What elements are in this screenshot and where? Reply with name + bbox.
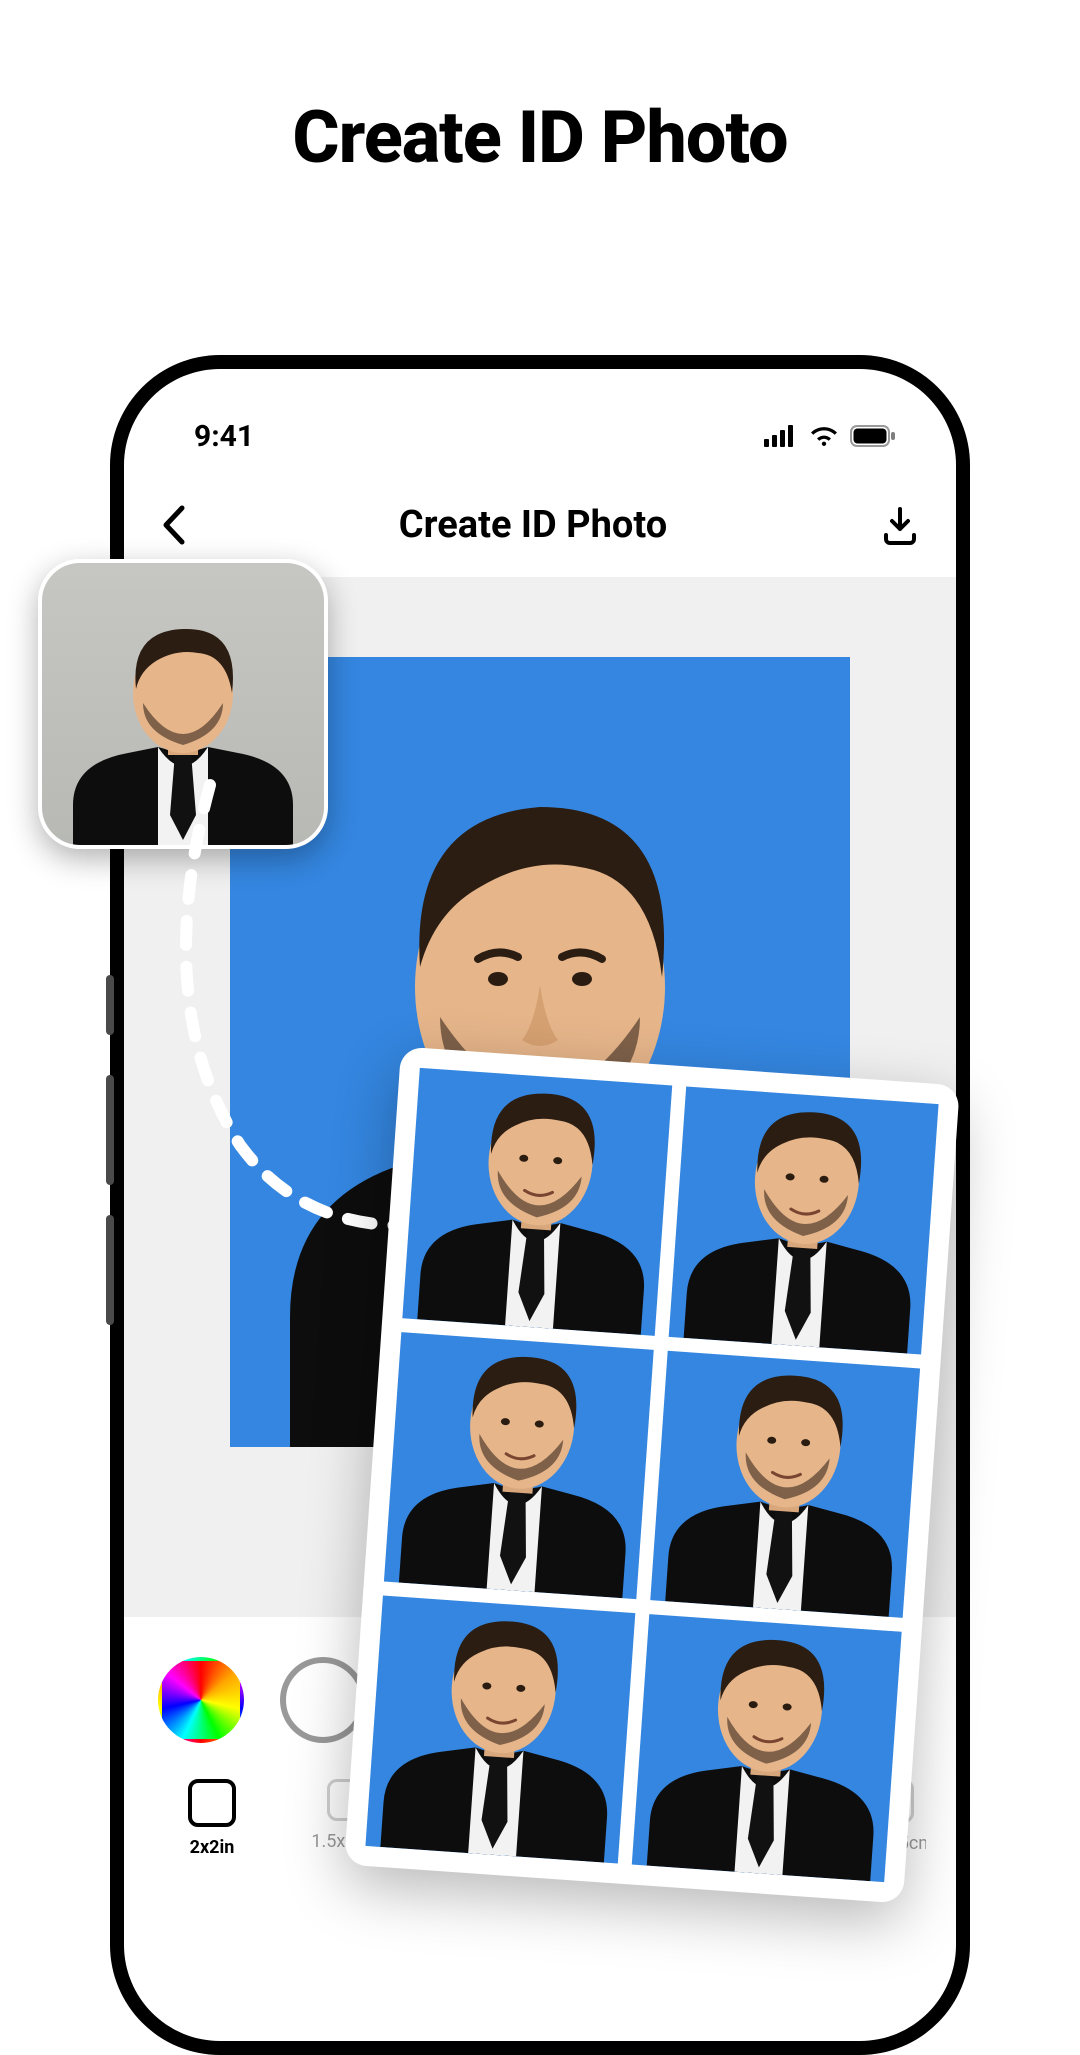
print-sheet[interactable] (344, 1046, 960, 1903)
cellular-icon (764, 425, 798, 447)
sheet-cell (650, 1350, 920, 1618)
person-icon (669, 1087, 939, 1354)
chevron-left-icon (160, 504, 186, 546)
source-photo-thumbnail[interactable] (38, 559, 328, 849)
person-icon (632, 1615, 902, 1882)
status-time: 9:41 (194, 419, 254, 454)
wifi-icon (808, 424, 840, 448)
side-button-icon (106, 975, 114, 1035)
sheet-cell (632, 1614, 902, 1882)
sheet-cell (365, 1596, 635, 1864)
person-icon (58, 615, 308, 845)
status-icons (764, 424, 896, 448)
side-button-icon (106, 1075, 114, 1185)
size-label: 2x2in (190, 1837, 235, 1858)
person-icon (384, 1332, 654, 1599)
back-button[interactable] (160, 504, 186, 546)
person-icon (365, 1596, 635, 1863)
sheet-cell (384, 1332, 654, 1600)
battery-icon (850, 425, 896, 447)
person-icon (402, 1068, 672, 1335)
color-custom[interactable] (158, 1657, 244, 1743)
size-box-icon (188, 1779, 236, 1827)
sheet-cell (402, 1068, 672, 1336)
download-button[interactable] (880, 505, 920, 545)
status-bar: 9:41 (124, 369, 956, 469)
person-icon (650, 1351, 920, 1618)
app-header: Create ID Photo (124, 469, 956, 567)
download-icon (880, 505, 920, 545)
page-title: Create ID Photo (0, 95, 1080, 180)
sheet-cell (669, 1086, 939, 1354)
size-option[interactable]: 2x2in (158, 1779, 266, 1866)
side-button-icon (106, 1215, 114, 1325)
app-title: Create ID Photo (399, 503, 667, 547)
